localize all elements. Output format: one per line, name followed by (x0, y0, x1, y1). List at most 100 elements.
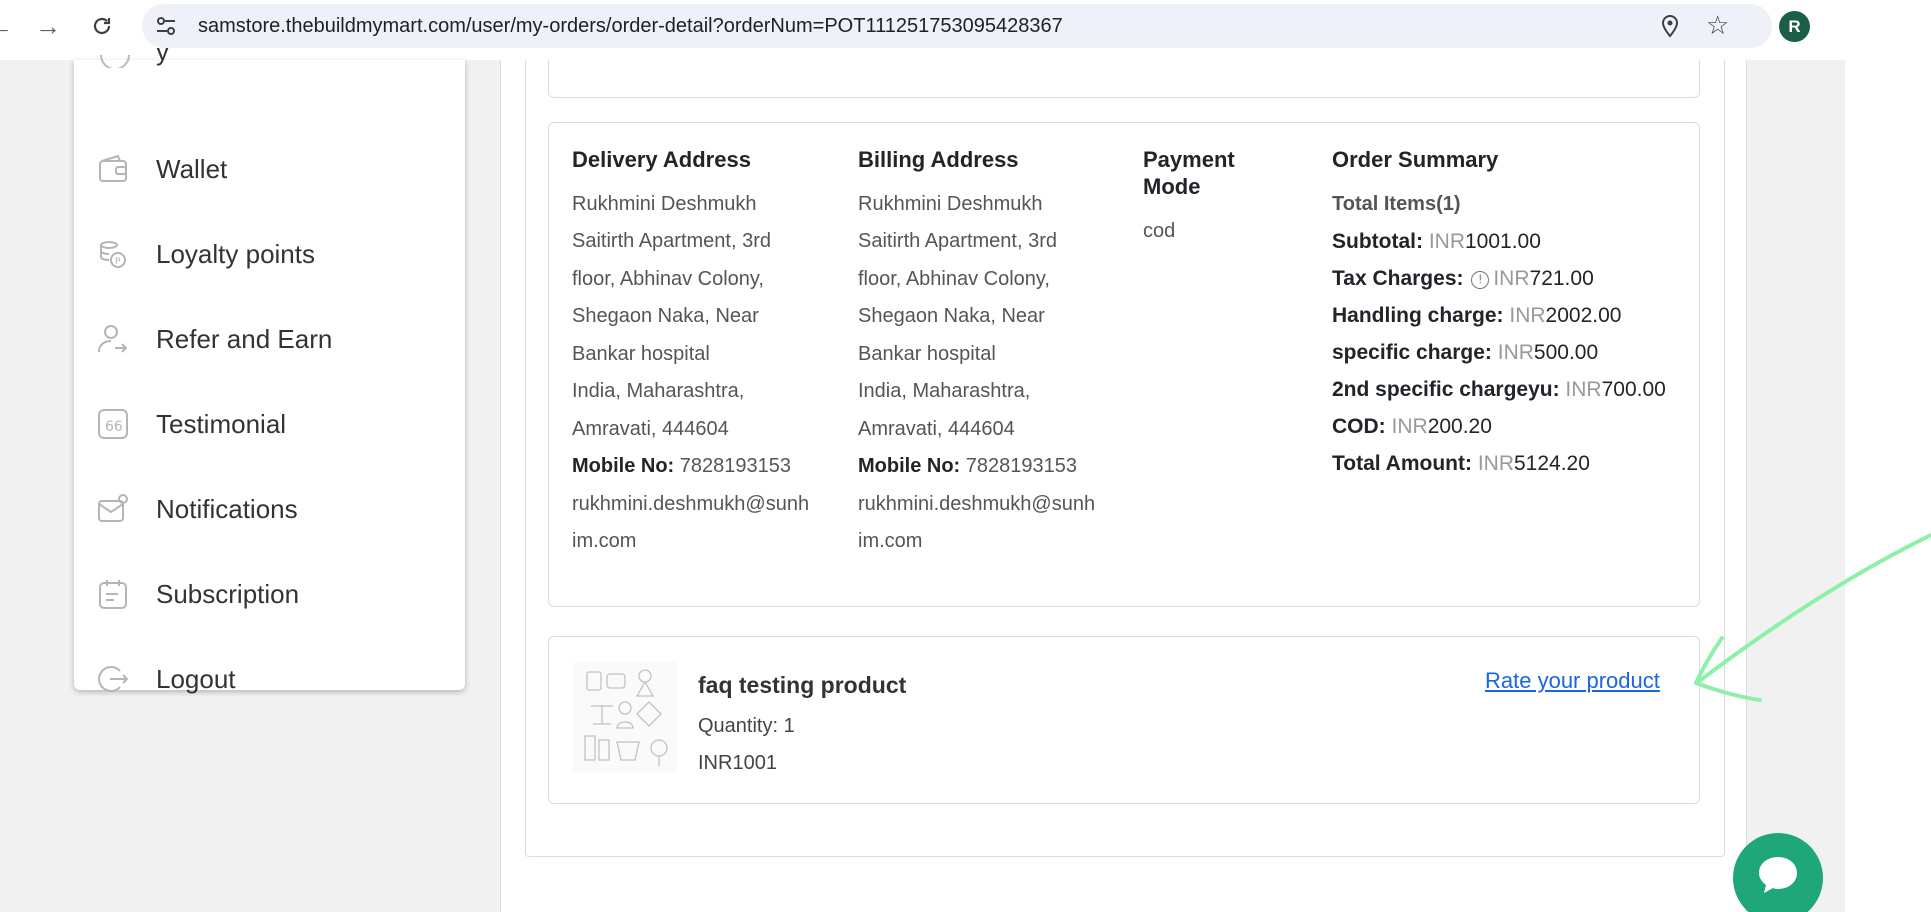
summary-label: 2nd specific chargeyu: (1332, 378, 1560, 401)
order-summary-title: Order Summary (1332, 147, 1499, 172)
billing-mobile: Mobile No: 7828193153 (858, 455, 1077, 478)
currency: INR (1477, 452, 1514, 475)
logout-icon (98, 666, 129, 692)
summary-label: Subtotal: (1332, 230, 1423, 253)
mobile-number: 7828193153 (965, 455, 1078, 477)
profile-avatar[interactable]: R (1779, 11, 1810, 42)
summary-value: 2002.00 (1545, 304, 1622, 327)
payment-mode-title: Payment Mode (1143, 146, 1235, 200)
quote-icon: 66 (98, 409, 128, 439)
summary-row-specific: specific charge: INR500.00 (1332, 341, 1598, 365)
sidebar-item-testimonial[interactable]: 66 Testimonial (74, 393, 465, 453)
currency: INR (1509, 304, 1546, 327)
delivery-address-line: Bankar hospital (572, 343, 710, 365)
rate-your-product-link[interactable]: Rate your product (1485, 668, 1660, 694)
sidebar-item-label: Refer and Earn (156, 324, 333, 354)
bookmark-star-icon[interactable]: ☆ (1706, 12, 1729, 38)
summary-value: 721.00 (1529, 267, 1594, 290)
delivery-address-line: Amravati, 444604 (572, 418, 729, 440)
product-price: INR1001 (698, 752, 777, 774)
currency: INR (1428, 230, 1465, 253)
right-blank-area (1845, 52, 1931, 912)
account-sidebar: y Wallet P Loyalty points Refer and Earn… (74, 48, 465, 694)
address-bar[interactable]: samstore.thebuildmymart.com/user/my-orde… (142, 4, 1772, 48)
svg-text:66: 66 (105, 419, 123, 435)
summary-value: 5124.20 (1513, 452, 1590, 475)
summary-row-subtotal: Subtotal: INR1001.00 (1332, 230, 1541, 254)
site-settings-icon[interactable] (154, 14, 178, 38)
summary-row-total: Total Amount: INR5124.20 (1332, 452, 1590, 476)
payment-mode-value: cod (1143, 220, 1176, 242)
delivery-address-line: Shegaon Naka, Near (572, 305, 759, 327)
payment-mode-title-line: Mode (1143, 174, 1201, 199)
calendar-note-icon (99, 580, 127, 609)
coins-icon: P (100, 241, 126, 268)
sidebar-item-label: Logout (156, 664, 236, 694)
billing-address-line: Rukhmini Deshmukh (858, 193, 1043, 215)
currency: INR (1391, 415, 1428, 438)
summary-row-cod: COD: INR200.20 (1332, 415, 1492, 439)
delivery-address-line: floor, Abhinav Colony, (572, 268, 764, 290)
sidebar-item-label: Testimonial (156, 409, 287, 439)
location-pin-icon[interactable] (1658, 14, 1682, 38)
delivery-address-line: Saitirth Apartment, 3rd (572, 230, 771, 252)
product-name[interactable]: faq testing product (698, 672, 906, 699)
user-share-icon (98, 325, 128, 353)
billing-address-line: Shegaon Naka, Near (858, 305, 1045, 327)
delivery-email: rukhmini.deshmukh@sunh (572, 493, 810, 515)
summary-value: 500.00 (1533, 341, 1599, 364)
reload-button[interactable] (86, 10, 118, 42)
sidebar-item-wallet[interactable]: Wallet (74, 138, 465, 198)
summary-label: Handling charge: (1332, 304, 1504, 327)
billing-address-line: Amravati, 444604 (858, 418, 1015, 440)
sidebar-item-notifications[interactable]: Notifications (74, 478, 465, 538)
summary-label: Tax Charges: (1332, 267, 1464, 290)
reload-icon (93, 17, 111, 35)
billing-address-line: floor, Abhinav Colony, (858, 268, 1050, 290)
currency: INR (1565, 378, 1602, 401)
sidebar-item-refer-and-earn[interactable]: Refer and Earn (74, 308, 465, 368)
billing-address-line: Bankar hospital (858, 343, 996, 365)
currency: INR (1493, 267, 1530, 290)
summary-value: 1001.00 (1465, 230, 1541, 253)
partial-icon (100, 54, 130, 68)
sidebar-item-label: Notifications (156, 494, 298, 524)
summary-row-tax: Tax Charges: ! INR721.00 (1332, 267, 1594, 291)
summary-label: COD: (1332, 415, 1386, 438)
mail-notification-icon (98, 494, 128, 522)
forward-button[interactable]: → (32, 10, 64, 42)
delivery-address-line: Rukhmini Deshmukh (572, 193, 757, 215)
product-thumbnail[interactable] (573, 662, 677, 772)
chat-bubble-icon (1759, 857, 1797, 893)
summary-label: specific charge: (1332, 341, 1492, 364)
sidebar-item-subscription[interactable]: Subscription (74, 563, 465, 623)
sidebar-item-label: Wallet (156, 154, 228, 184)
url-text[interactable]: samstore.thebuildmymart.com/user/my-orde… (198, 15, 1063, 38)
sidebar-item-label: Loyalty points (156, 239, 315, 269)
svg-text:P: P (115, 257, 121, 267)
annotation-arrow (1694, 533, 1931, 702)
billing-address-line: Saitirth Apartment, 3rd (858, 230, 1057, 252)
delivery-address-line: India, Maharashtra, (572, 380, 745, 402)
billing-address-line: India, Maharashtra, (858, 380, 1031, 402)
summary-label: Total Amount: (1332, 452, 1472, 475)
info-icon[interactable]: ! (1471, 271, 1490, 289)
mobile-label: Mobile No: (858, 455, 961, 477)
delivery-email-cont: im.com (572, 530, 637, 552)
sidebar-item-logout[interactable]: Logout (74, 648, 465, 708)
billing-email: rukhmini.deshmukh@sunh (858, 493, 1096, 515)
wallet-icon (99, 154, 127, 182)
summary-row-handling: Handling charge: INR2002.00 (1332, 304, 1621, 328)
billing-email-cont: im.com (858, 530, 923, 552)
mobile-label: Mobile No: (572, 455, 675, 477)
sidebar-item-loyalty-points[interactable]: P Loyalty points (74, 223, 465, 283)
billing-address-title: Billing Address (858, 147, 1019, 172)
product-quantity: Quantity: 1 (698, 715, 795, 737)
summary-value: 700.00 (1601, 378, 1666, 401)
delivery-mobile: Mobile No: 7828193153 (572, 455, 791, 478)
total-items: Total Items(1) (1332, 193, 1461, 215)
delivery-address-title: Delivery Address (572, 147, 751, 172)
summary-value: 200.20 (1427, 415, 1492, 438)
order-info-box (548, 60, 1700, 98)
back-button[interactable]: ← (0, 10, 16, 42)
